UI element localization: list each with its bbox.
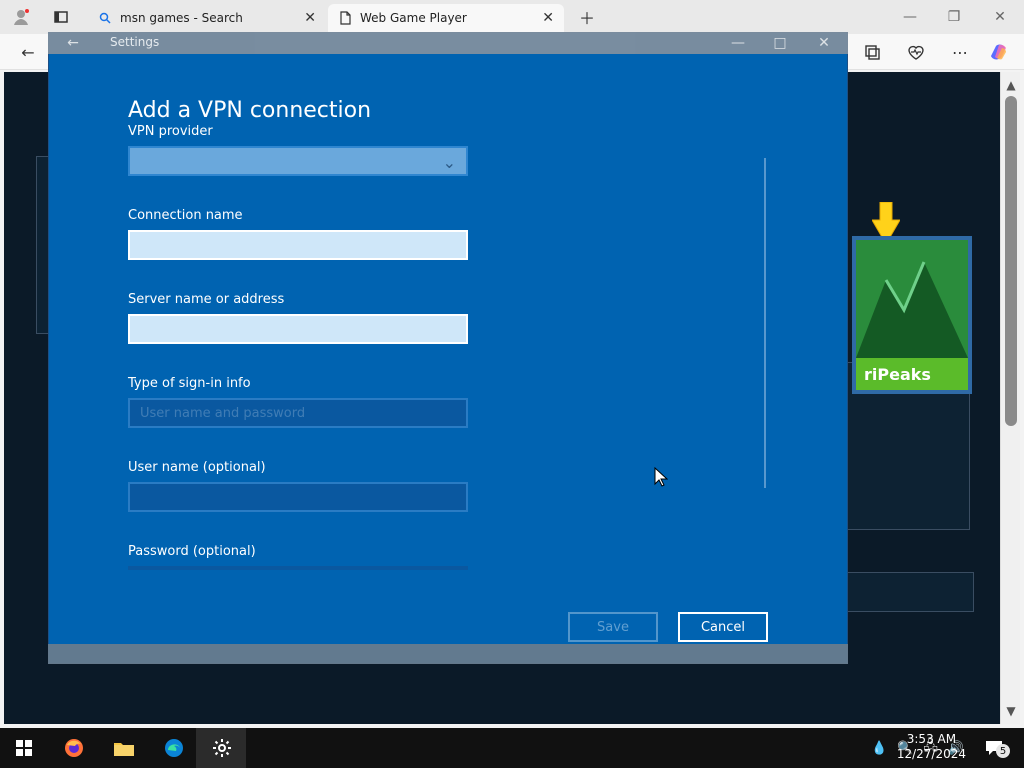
signin-type-label: Type of sign-in info xyxy=(128,376,251,391)
page-scrollbar[interactable]: ▲ ▼ xyxy=(1000,72,1020,724)
back-icon[interactable]: ← xyxy=(18,42,38,62)
scroll-up-icon[interactable]: ▲ xyxy=(1004,78,1018,92)
game-panel xyxy=(844,572,974,612)
close-tab-icon[interactable]: ✕ xyxy=(542,10,554,26)
username-input[interactable] xyxy=(128,482,468,512)
form-scrollbar[interactable] xyxy=(764,158,766,488)
maximize-icon[interactable]: □ xyxy=(760,34,800,52)
profile-icon[interactable] xyxy=(10,7,32,27)
more-options-icon[interactable]: ⋯ xyxy=(950,42,970,62)
settings-titlebar: ← Settings — □ ✕ xyxy=(48,32,848,54)
clock-time: 3:53 AM xyxy=(906,732,957,746)
username-label: User name (optional) xyxy=(128,460,266,475)
password-input[interactable] xyxy=(128,566,468,570)
page-icon xyxy=(338,11,352,25)
save-button[interactable]: Save xyxy=(568,612,658,642)
tab-msn-games-search[interactable]: msn games - Search ✕ xyxy=(88,4,326,32)
file-explorer-icon[interactable] xyxy=(112,736,136,760)
health-icon[interactable] xyxy=(906,42,926,62)
close-window-icon[interactable]: ✕ xyxy=(980,6,1020,28)
droplet-icon[interactable]: 💧 xyxy=(871,741,887,756)
server-input[interactable] xyxy=(128,314,468,344)
edge-icon[interactable] xyxy=(162,736,186,760)
settings-window: ← Settings — □ ✕ Add a VPN connection VP… xyxy=(48,32,848,664)
password-label: Password (optional) xyxy=(128,544,256,559)
back-icon[interactable]: ← xyxy=(64,34,82,52)
scroll-down-icon[interactable]: ▼ xyxy=(1004,704,1018,718)
firefox-icon[interactable] xyxy=(62,736,86,760)
tab-web-game-player[interactable]: Web Game Player ✕ xyxy=(328,4,564,32)
cancel-button[interactable]: Cancel xyxy=(678,612,768,642)
mouse-cursor-icon xyxy=(654,467,668,487)
settings-window-title: Settings xyxy=(110,35,160,49)
signin-type-value: User name and password xyxy=(140,406,306,421)
browser-tabbar: msn games - Search ✕ Web Game Player ✕ ＋… xyxy=(0,0,1024,34)
settings-gear-icon[interactable] xyxy=(210,736,234,760)
restore-icon[interactable]: ❐ xyxy=(934,6,974,28)
chevron-down-icon: ⌄ xyxy=(442,153,456,172)
tab-title: Web Game Player xyxy=(360,11,467,25)
vpn-form: Add a VPN connection VPN provider ⌄ Conn… xyxy=(48,54,848,664)
tab-actions-icon[interactable] xyxy=(50,7,72,27)
dialog-shadow xyxy=(48,644,848,664)
search-icon xyxy=(98,11,112,25)
tab-title: msn games - Search xyxy=(120,11,243,25)
page-title: Add a VPN connection xyxy=(128,98,372,123)
minimize-icon[interactable]: — xyxy=(718,34,758,52)
notifications-badge: 5 xyxy=(996,744,1010,758)
signin-type-select[interactable]: User name and password xyxy=(128,398,468,428)
scrollbar-thumb[interactable] xyxy=(1005,96,1017,426)
minimize-icon[interactable]: — xyxy=(890,6,930,28)
close-icon[interactable]: ✕ xyxy=(804,34,844,52)
clock[interactable]: 3:53 AM 12/27/2024 xyxy=(897,732,966,762)
windows-start-icon[interactable] xyxy=(12,736,36,760)
vpn-provider-label: VPN provider xyxy=(128,124,213,139)
copilot-icon[interactable] xyxy=(990,42,1010,62)
connection-name-label: Connection name xyxy=(128,208,243,223)
game-tile[interactable]: riPeaks xyxy=(852,236,972,394)
collections-icon[interactable] xyxy=(862,42,882,62)
taskbar: 💧 🔍 🖧 🔊 3:53 AM 12/27/2024 5 xyxy=(0,728,1024,768)
connection-name-input[interactable] xyxy=(128,230,468,260)
server-label: Server name or address xyxy=(128,292,285,307)
vpn-provider-select[interactable]: ⌄ xyxy=(128,146,468,176)
clock-date: 12/27/2024 xyxy=(896,747,966,761)
close-tab-icon[interactable]: ✕ xyxy=(304,10,316,26)
mountain-icon xyxy=(856,240,968,358)
new-tab-button[interactable]: ＋ xyxy=(576,7,598,28)
game-tile-label: riPeaks xyxy=(856,358,968,390)
